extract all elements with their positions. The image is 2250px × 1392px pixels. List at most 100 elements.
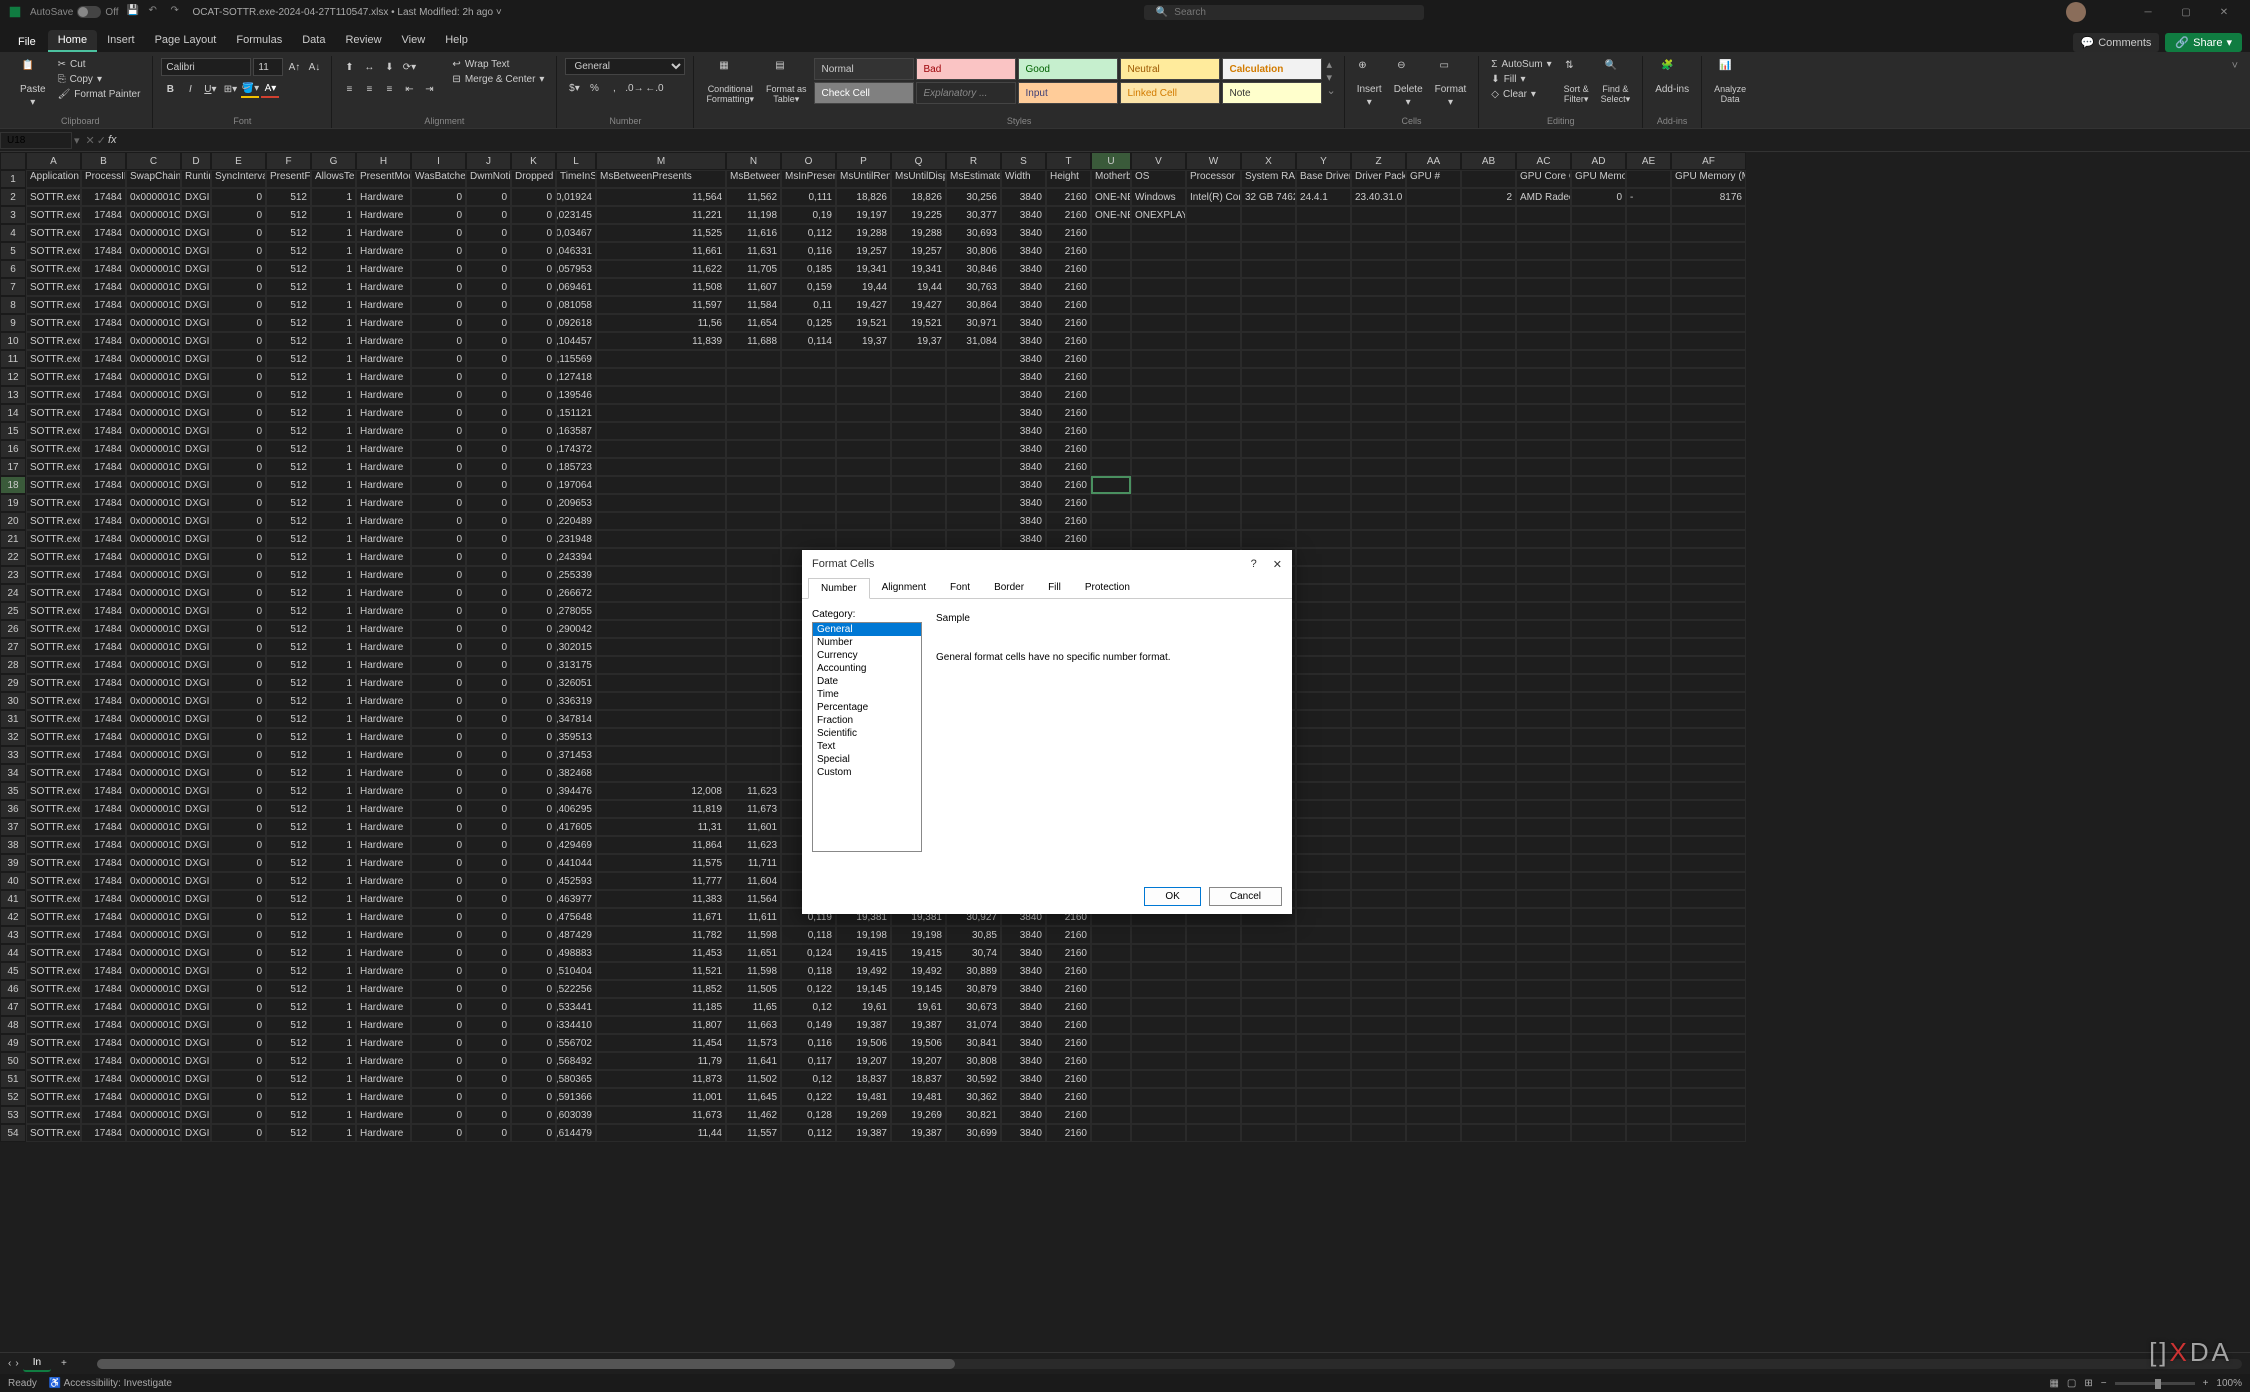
cell-E19[interactable]: 0: [211, 494, 266, 512]
cell-N42[interactable]: 11,611: [726, 908, 781, 926]
cell-V49[interactable]: [1131, 1034, 1186, 1052]
category-scientific[interactable]: Scientific: [813, 727, 921, 740]
cell-AF4[interactable]: [1671, 224, 1746, 242]
cell-P48[interactable]: 19,387: [836, 1016, 891, 1034]
cell-E38[interactable]: 0: [211, 836, 266, 854]
cell-V43[interactable]: [1131, 926, 1186, 944]
cell-AB48[interactable]: [1461, 1016, 1516, 1034]
cell-Q52[interactable]: 19,481: [891, 1088, 946, 1106]
cell-B27[interactable]: 17484: [81, 638, 126, 656]
cell-U45[interactable]: [1091, 962, 1131, 980]
cell-U18[interactable]: [1091, 476, 1131, 494]
cell-AF36[interactable]: [1671, 800, 1746, 818]
cell-R44[interactable]: 30,74: [946, 944, 1001, 962]
cell-U50[interactable]: [1091, 1052, 1131, 1070]
cell-Q43[interactable]: 19,198: [891, 926, 946, 944]
cell-N15[interactable]: [726, 422, 781, 440]
cell-AC49[interactable]: [1516, 1034, 1571, 1052]
cell-O5[interactable]: 0,116: [781, 242, 836, 260]
cell-F7[interactable]: 512: [266, 278, 311, 296]
cell-Y51[interactable]: [1296, 1070, 1351, 1088]
cell-T2[interactable]: 2160: [1046, 188, 1091, 206]
cell-D37[interactable]: DXGI: [181, 818, 211, 836]
row-header-37[interactable]: 37: [0, 818, 26, 836]
cell-AD3[interactable]: [1571, 206, 1626, 224]
cell-K50[interactable]: 0: [511, 1052, 556, 1070]
cell-I40[interactable]: 0: [411, 872, 466, 890]
cell-C44[interactable]: 0x000001C: [126, 944, 181, 962]
underline-button[interactable]: U▾: [201, 80, 219, 98]
cell-L10[interactable]: 0,104457: [556, 332, 596, 350]
cell-B19[interactable]: 17484: [81, 494, 126, 512]
cell-V19[interactable]: [1131, 494, 1186, 512]
cell-J26[interactable]: 0: [466, 620, 511, 638]
cell-J46[interactable]: 0: [466, 980, 511, 998]
cell-C27[interactable]: 0x000001C: [126, 638, 181, 656]
merge-center-button[interactable]: ⊟Merge & Center ▾: [448, 73, 548, 86]
cell-T43[interactable]: 2160: [1046, 926, 1091, 944]
dialog-tab-fill[interactable]: Fill: [1036, 578, 1073, 598]
cell-V15[interactable]: [1131, 422, 1186, 440]
col-header-O[interactable]: O: [781, 152, 836, 170]
cell-Y29[interactable]: [1296, 674, 1351, 692]
cell-J48[interactable]: 0: [466, 1016, 511, 1034]
cell-G43[interactable]: 1: [311, 926, 356, 944]
cell-I37[interactable]: 0: [411, 818, 466, 836]
cell-C26[interactable]: 0x000001C: [126, 620, 181, 638]
cell-AB15[interactable]: [1461, 422, 1516, 440]
cell-AE52[interactable]: [1626, 1088, 1671, 1106]
addins-button[interactable]: 🧩Add-ins: [1651, 58, 1693, 97]
cell-J25[interactable]: 0: [466, 602, 511, 620]
cell-AB5[interactable]: [1461, 242, 1516, 260]
cell-C18[interactable]: 0x000001C: [126, 476, 181, 494]
cell-C9[interactable]: 0x000001C: [126, 314, 181, 332]
cell-I32[interactable]: 0: [411, 728, 466, 746]
cell-J3[interactable]: 0: [466, 206, 511, 224]
col-header-K[interactable]: K: [511, 152, 556, 170]
cell-E9[interactable]: 0: [211, 314, 266, 332]
cell-N39[interactable]: 11,711: [726, 854, 781, 872]
cell-L3[interactable]: 0,023145: [556, 206, 596, 224]
cell-U21[interactable]: [1091, 530, 1131, 548]
cell-K7[interactable]: 0: [511, 278, 556, 296]
cell-G13[interactable]: 1: [311, 386, 356, 404]
cell-Z36[interactable]: [1351, 800, 1406, 818]
row-header-6[interactable]: 6: [0, 260, 26, 278]
cell-AD22[interactable]: [1571, 548, 1626, 566]
cell-E26[interactable]: 0: [211, 620, 266, 638]
cell-N14[interactable]: [726, 404, 781, 422]
cell-Q46[interactable]: 19,145: [891, 980, 946, 998]
cell-AC33[interactable]: [1516, 746, 1571, 764]
cell-Z30[interactable]: [1351, 692, 1406, 710]
cell-AC28[interactable]: [1516, 656, 1571, 674]
cell-F32[interactable]: 512: [266, 728, 311, 746]
col-header-Z[interactable]: Z: [1351, 152, 1406, 170]
col-header-C[interactable]: C: [126, 152, 181, 170]
cell-AB34[interactable]: [1461, 764, 1516, 782]
cell-AC6[interactable]: [1516, 260, 1571, 278]
cell-K19[interactable]: 0: [511, 494, 556, 512]
cell-W52[interactable]: [1186, 1088, 1241, 1106]
cell-AA19[interactable]: [1406, 494, 1461, 512]
cell-A3[interactable]: SOTTR.exe: [26, 206, 81, 224]
cell-N46[interactable]: 11,505: [726, 980, 781, 998]
format-as-table-button[interactable]: ▤Format asTable▾: [762, 58, 811, 107]
cell-A38[interactable]: SOTTR.exe: [26, 836, 81, 854]
cell-AB54[interactable]: [1461, 1124, 1516, 1142]
cell-A30[interactable]: SOTTR.exe: [26, 692, 81, 710]
cell-J36[interactable]: 0: [466, 800, 511, 818]
cell-L36[interactable]: 0,406295: [556, 800, 596, 818]
cell-R47[interactable]: 30,673: [946, 998, 1001, 1016]
cell-J32[interactable]: 0: [466, 728, 511, 746]
cell-AF2[interactable]: 8176: [1671, 188, 1746, 206]
percent-icon[interactable]: %: [585, 79, 603, 97]
cell-D33[interactable]: DXGI: [181, 746, 211, 764]
cell-P52[interactable]: 19,481: [836, 1088, 891, 1106]
bold-button[interactable]: B: [161, 80, 179, 98]
cell-M50[interactable]: 11,79: [596, 1052, 726, 1070]
cell-X45[interactable]: [1241, 962, 1296, 980]
cell-Y52[interactable]: [1296, 1088, 1351, 1106]
cell-S21[interactable]: 3840: [1001, 530, 1046, 548]
cell-L48[interactable]: 0,5334410: [556, 1016, 596, 1034]
cell-W19[interactable]: [1186, 494, 1241, 512]
